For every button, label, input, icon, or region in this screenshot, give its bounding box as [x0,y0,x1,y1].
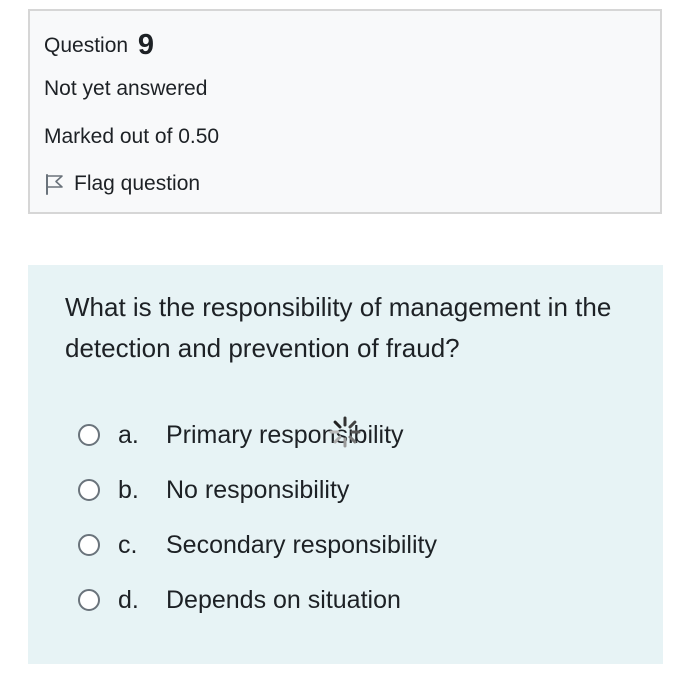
quiz-page: Question 9 Not yet answered Marked out o… [0,0,693,700]
answer-letter-d: d. [118,585,139,614]
question-text: What is the responsibility of management… [65,292,612,363]
flag-question-button[interactable]: Flag question [44,172,200,196]
question-heading: Question 9 [44,29,154,62]
answer-text-d: Depends on situation [166,585,401,614]
answer-letter-a: a. [118,420,139,449]
radio-button-d[interactable] [78,589,100,611]
question-label: Question [44,34,129,57]
question-content-panel: What is the responsibility of management… [28,265,663,664]
question-number: 9 [137,29,155,61]
question-info-panel: Question 9 Not yet answered Marked out o… [28,9,662,214]
radio-button-c[interactable] [78,534,100,556]
answer-text-b: No responsibility [166,475,350,504]
answer-letter-c: c. [118,530,138,559]
answer-text-a: Primary responsibility [166,420,404,449]
flag-icon [44,172,66,196]
question-state: Not yet answered [44,77,208,100]
answer-option-b[interactable]: b. No responsibility [78,472,349,508]
answer-option-d[interactable]: d. Depends on situation [78,582,401,618]
loading-spinner-icon [328,415,362,449]
answer-option-c[interactable]: c. Secondary responsibility [78,527,437,563]
question-grade: Marked out of 0.50 [44,125,220,148]
flag-question-label: Flag question [74,172,201,195]
answer-letter-b: b. [118,475,139,504]
answer-text-c: Secondary responsibility [166,530,437,559]
radio-button-b[interactable] [78,479,100,501]
radio-button-a[interactable] [78,424,100,446]
